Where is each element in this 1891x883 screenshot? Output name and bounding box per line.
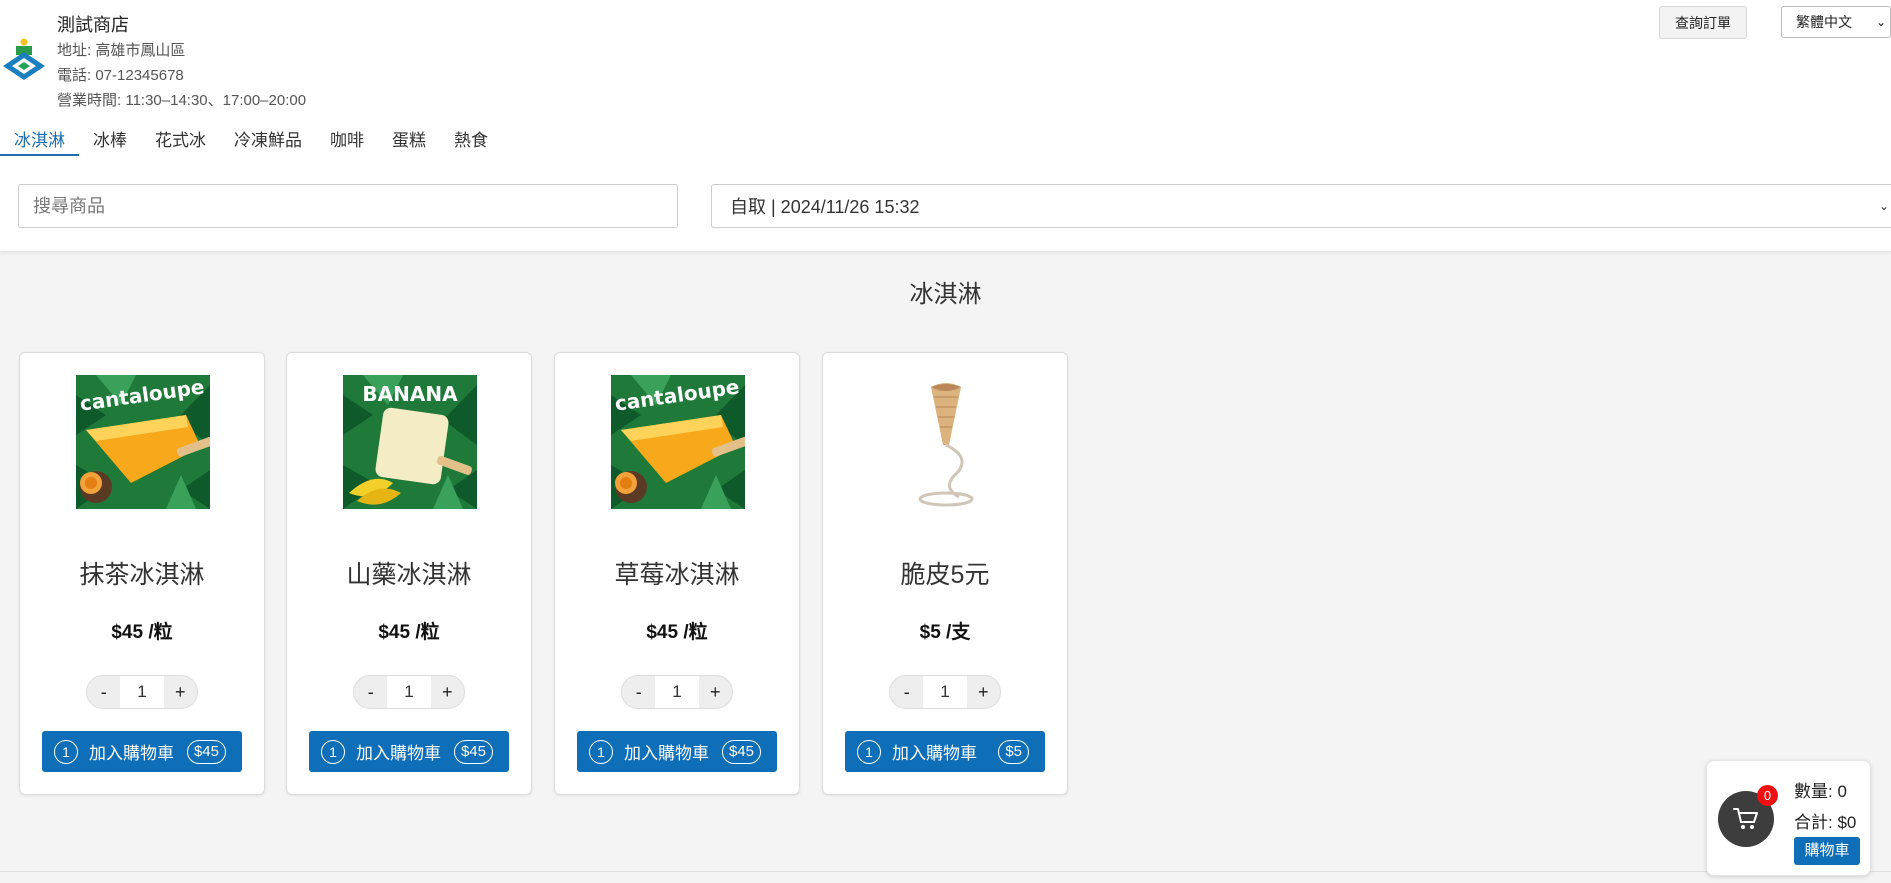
add-price-pill: $45 [721, 739, 761, 764]
tab-ice-cream[interactable]: 冰淇淋 [0, 120, 79, 156]
cart-icon [1733, 808, 1758, 829]
add-count-badge: 1 [857, 739, 881, 764]
quantity-value[interactable]: 1 [655, 676, 699, 708]
decrease-button[interactable]: - [622, 676, 655, 708]
chevron-down-icon: ⌄ [1875, 15, 1886, 29]
product-image-cantaloupe-popsicle: cantaloupe [76, 375, 210, 509]
add-count-badge: 1 [589, 739, 613, 764]
store-address: 地址: 高雄市鳳山區 [57, 42, 186, 59]
add-to-cart-button[interactable]: 1 加入購物車 $5 [845, 731, 1045, 772]
add-count-badge: 1 [321, 739, 345, 764]
store-phone: 電話: 07-12345678 [57, 67, 184, 84]
tab-frozen-fresh[interactable]: 冷凍鮮品 [220, 120, 316, 156]
svg-text:BANANA: BANANA [362, 382, 458, 406]
product-name: 山藥冰淇淋 [346, 561, 472, 589]
product-card: cantaloupe 抹茶冰淇淋 $45 /粒 - 1 + 1 加入購物車 $4… [19, 352, 265, 795]
store-info: 測試商店 地址: 高雄市鳳山區 電話: 07-12345678 營業時間: 11… [57, 12, 306, 113]
increase-button[interactable]: + [967, 676, 1000, 708]
quantity-stepper: - 1 + [621, 675, 733, 709]
pickup-time-select[interactable]: 自取 | 2024/11/26 15:32 ⌄ [711, 184, 1891, 228]
quantity-stepper: - 1 + [86, 675, 198, 709]
chevron-down-icon: ⌄ [1878, 199, 1889, 213]
add-to-cart-button[interactable]: 1 加入購物車 $45 [577, 731, 777, 772]
add-to-cart-label: 加入購物車 [89, 744, 174, 763]
add-to-cart-label: 加入購物車 [356, 744, 441, 763]
cart-widget: 0 數量: 0 合計: $0 購物車 [1706, 760, 1871, 876]
language-select[interactable]: 繁體中文 ⌄ [1781, 6, 1891, 38]
store-hours: 營業時間: 11:30–14:30、17:00–20:00 [57, 92, 307, 109]
product-price: $45 /粒 [378, 622, 440, 643]
store-logo [3, 38, 45, 80]
tab-cake[interactable]: 蛋糕 [378, 120, 440, 156]
product-name: 草莓冰淇淋 [614, 561, 740, 589]
cart-quantity: 數量: 0 [1794, 782, 1847, 801]
increase-button[interactable]: + [164, 676, 197, 708]
product-price: $5 /支 [919, 622, 971, 643]
product-name: 脆皮5元 [900, 561, 990, 589]
decrease-button[interactable]: - [354, 676, 387, 708]
product-name: 抹茶冰淇淋 [79, 561, 205, 589]
cart-count-badge: 0 [1757, 785, 1778, 806]
tab-popsicle[interactable]: 冰棒 [79, 120, 141, 156]
quantity-value[interactable]: 1 [387, 676, 431, 708]
increase-button[interactable]: + [699, 676, 732, 708]
add-to-cart-label: 加入購物車 [892, 744, 977, 763]
footer-divider [0, 871, 1891, 872]
add-price-pill: $5 [998, 739, 1029, 764]
quantity-stepper: - 1 + [353, 675, 465, 709]
section-title: 冰淇淋 [909, 281, 982, 308]
product-image-banana-popsicle: BANANA [343, 375, 477, 509]
increase-button[interactable]: + [431, 676, 464, 708]
tab-coffee[interactable]: 咖啡 [316, 120, 378, 156]
product-card: 脆皮5元 $5 /支 - 1 + 1 加入購物車 $5 [822, 352, 1068, 795]
quantity-stepper: - 1 + [889, 675, 1001, 709]
product-price: $45 /粒 [111, 622, 173, 643]
product-card: cantaloupe 草莓冰淇淋 $45 /粒 - 1 + 1 加入購物車 $4… [554, 352, 800, 795]
order-query-button[interactable]: 查詢訂單 [1659, 6, 1747, 39]
decrease-button[interactable]: - [87, 676, 120, 708]
quantity-value[interactable]: 1 [120, 676, 164, 708]
quantity-value[interactable]: 1 [923, 676, 967, 708]
tab-hot-food[interactable]: 熱食 [440, 120, 502, 156]
add-to-cart-label: 加入購物車 [624, 744, 709, 763]
tab-fancy-ice[interactable]: 花式冰 [141, 120, 220, 156]
add-count-badge: 1 [54, 739, 78, 764]
product-card: BANANA 山藥冰淇淋 $45 /粒 - 1 + 1 加入購物車 $45 [286, 352, 532, 795]
store-name: 測試商店 [57, 15, 129, 35]
add-to-cart-button[interactable]: 1 加入購物車 $45 [309, 731, 509, 772]
language-selected: 繁體中文 [1796, 14, 1852, 30]
category-tabs: 冰淇淋 冰棒 花式冰 冷凍鮮品 咖啡 蛋糕 熱食 [0, 120, 502, 156]
product-price: $45 /粒 [646, 622, 708, 643]
add-price-pill: $45 [453, 739, 493, 764]
search-input[interactable] [18, 184, 678, 228]
product-image-cone-on-stand [879, 375, 1013, 509]
cart-button[interactable]: 購物車 [1794, 837, 1860, 865]
add-to-cart-button[interactable]: 1 加入購物車 $45 [42, 731, 242, 772]
decrease-button[interactable]: - [890, 676, 923, 708]
pickup-selected: 自取 | 2024/11/26 15:32 [730, 197, 920, 217]
product-image-cantaloupe-popsicle: cantaloupe [611, 375, 745, 509]
cart-total: 合計: $0 [1794, 813, 1857, 832]
top-bar: 測試商店 地址: 高雄市鳳山區 電話: 07-12345678 營業時間: 11… [0, 0, 1891, 251]
add-price-pill: $45 [186, 739, 226, 764]
